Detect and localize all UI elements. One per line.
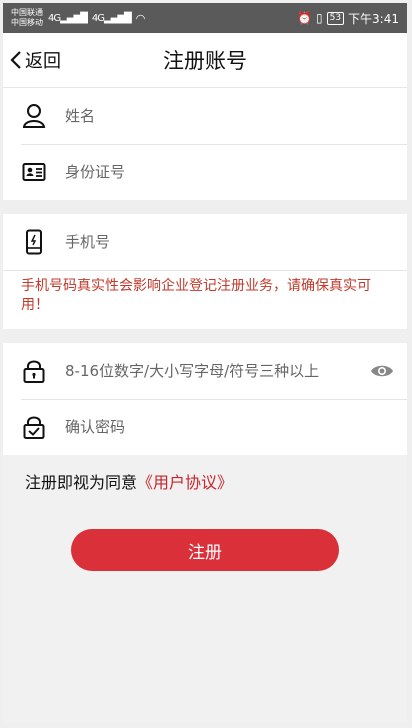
phone-icon xyxy=(21,229,47,255)
signal-2-icon: 4G▂▄▆█ xyxy=(91,12,132,24)
register-button[interactable]: 注册 xyxy=(71,529,339,571)
agreement-prefix: 注册即视为同意 xyxy=(25,473,138,492)
phone-row xyxy=(3,214,407,270)
back-label: 返回 xyxy=(25,51,61,72)
phone-warning: 手机号码真实性会影响企业登记注册业务，请确保真实可用！ xyxy=(3,270,407,329)
user-agreement-link[interactable]: 《用户协议》 xyxy=(137,473,233,492)
nav-bar: 返回 注册账号 xyxy=(3,33,407,88)
agreement-text: 注册即视为同意《用户协议》 xyxy=(3,455,407,499)
name-row xyxy=(3,88,407,144)
status-bar: 中国联通 中国移动 4G▂▄▆█ 4G▂▄▆█ ◠ ⏰ ▯ 53 下午3:41 xyxy=(3,3,407,33)
chevron-left-icon xyxy=(10,51,21,69)
section-gap xyxy=(3,329,407,343)
status-right: ⏰ ▯ 53 下午3:41 xyxy=(297,10,399,27)
app-frame: 中国联通 中国移动 4G▂▄▆█ 4G▂▄▆█ ◠ ⏰ ▯ 53 下午3:41 … xyxy=(3,3,407,723)
carrier-names: 中国联通 中国移动 xyxy=(11,8,43,28)
confirm-password-row xyxy=(3,399,407,455)
id-card-icon xyxy=(21,159,47,185)
phone-group: 手机号码真实性会影响企业登记注册业务，请确保真实可用！ xyxy=(3,214,407,329)
id-number-input[interactable] xyxy=(65,157,407,187)
name-input[interactable] xyxy=(65,101,407,131)
wifi-icon: ◠ xyxy=(135,11,146,25)
phone-input[interactable] xyxy=(65,227,407,257)
alarm-icon: ⏰ xyxy=(297,11,312,25)
user-icon xyxy=(21,103,47,129)
lock-icon xyxy=(21,358,47,384)
back-button[interactable]: 返回 xyxy=(9,33,61,87)
page-title: 注册账号 xyxy=(163,49,247,73)
lock-check-icon xyxy=(21,414,47,440)
identity-group xyxy=(3,88,407,200)
password-row xyxy=(3,343,407,399)
vibrate-icon: ▯ xyxy=(315,11,323,25)
password-input[interactable] xyxy=(65,356,369,386)
signal-1-icon: 4G▂▄▆█ xyxy=(48,12,88,24)
battery-icon: 53 xyxy=(326,11,345,25)
time: 下午3:41 xyxy=(348,11,399,26)
id-row xyxy=(3,144,407,200)
section-gap xyxy=(3,200,407,214)
eye-icon[interactable] xyxy=(369,362,395,380)
carrier-2: 中国移动 xyxy=(11,18,43,27)
password-group xyxy=(3,343,407,455)
carrier-1: 中国联通 xyxy=(11,8,43,17)
confirm-password-input[interactable] xyxy=(65,412,407,442)
status-left: 中国联通 中国移动 4G▂▄▆█ 4G▂▄▆█ ◠ xyxy=(11,8,145,28)
